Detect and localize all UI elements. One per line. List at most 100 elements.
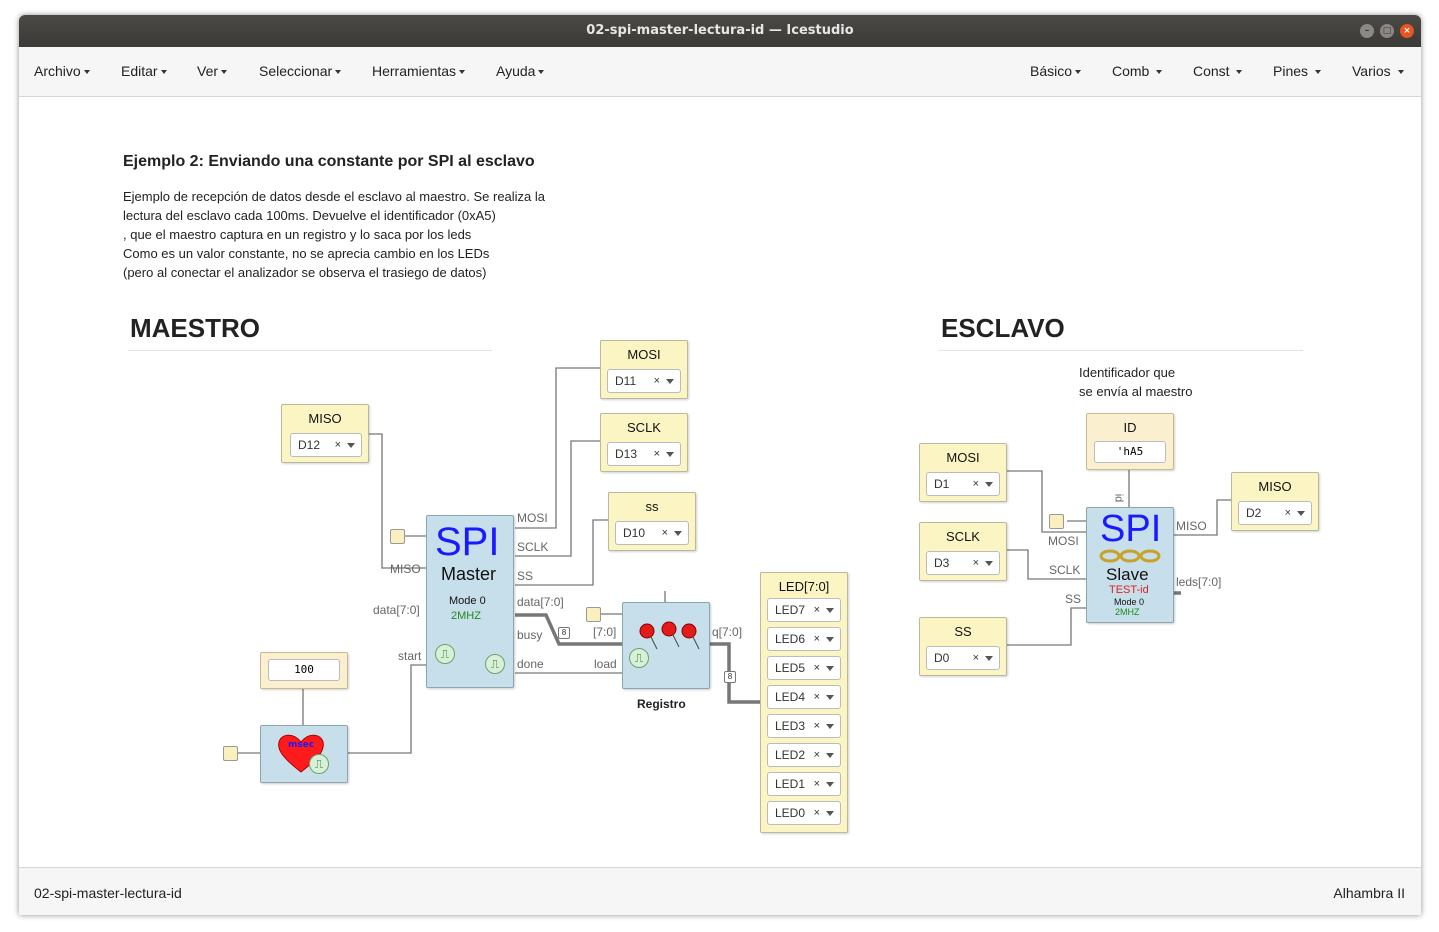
led-select-6[interactable]: LED6 ×	[767, 627, 841, 651]
menu-basico[interactable]: Básico	[1030, 63, 1082, 79]
chevron-down-icon[interactable]	[826, 811, 834, 816]
output-pin-sclk[interactable]: SCLK D13 ×	[600, 413, 688, 472]
clear-icon[interactable]: ×	[814, 773, 820, 795]
clear-icon[interactable]: ×	[814, 802, 820, 824]
input-pin-mosi[interactable]: MOSI D1 ×	[919, 443, 1007, 502]
menu-seleccionar[interactable]: Seleccionar	[259, 63, 342, 79]
output-pin-miso[interactable]: MISO D2 ×	[1231, 472, 1319, 531]
input-pin-sclk[interactable]: SCLK D3 ×	[919, 522, 1007, 581]
registro-block[interactable]: ⎍	[622, 602, 710, 689]
clear-icon[interactable]: ×	[654, 370, 660, 392]
clear-icon[interactable]: ×	[814, 715, 820, 737]
clear-icon[interactable]: ×	[814, 686, 820, 708]
chevron-down-icon[interactable]	[347, 443, 355, 448]
clear-icon[interactable]: ×	[662, 522, 668, 544]
clock-input[interactable]	[1049, 514, 1064, 529]
constant-id[interactable]: ID 'hA5	[1086, 413, 1174, 470]
maximize-icon[interactable]: □	[1380, 24, 1394, 38]
led-select-5[interactable]: LED5 ×	[767, 656, 841, 680]
pin-select[interactable]: D13 ×	[607, 442, 681, 466]
pulse-icon: ⎍	[629, 648, 649, 668]
pulse-icon: ⎍	[435, 644, 455, 664]
clear-icon[interactable]: ×	[814, 599, 820, 621]
design-canvas[interactable]: Ejemplo 2: Enviando una constante por SP…	[19, 97, 1421, 867]
led-select-4[interactable]: LED4 ×	[767, 685, 841, 709]
timer-block[interactable]: msec ⎍	[260, 725, 348, 783]
chevron-down-icon[interactable]	[666, 452, 674, 457]
pin-label: LED[7:0]	[778, 579, 830, 594]
port-busy: busy	[517, 628, 543, 642]
spi-mode: Mode 0	[449, 595, 486, 607]
clear-icon[interactable]: ×	[814, 744, 820, 766]
clear-icon[interactable]: ×	[335, 434, 341, 456]
pin-select[interactable]: D10 ×	[615, 521, 689, 545]
output-pin-ss[interactable]: ss D10 ×	[608, 492, 696, 551]
output-pin-mosi[interactable]: MOSI D11 ×	[600, 340, 688, 399]
clock-input[interactable]	[586, 607, 601, 622]
led-select-2[interactable]: LED2 ×	[767, 743, 841, 767]
pin-select[interactable]: D0 ×	[926, 646, 1000, 670]
led-select-0[interactable]: LED0 ×	[767, 801, 841, 825]
clear-icon[interactable]: ×	[973, 473, 979, 495]
port-sclk-in: SCLK	[1049, 563, 1081, 577]
spi-master-block[interactable]: SPI Master Mode 0 2MHZ ⎍ ⎍	[426, 515, 514, 688]
constant-100[interactable]: 100	[260, 652, 348, 689]
led-select-1[interactable]: LED1 ×	[767, 772, 841, 796]
menu-comb[interactable]: Comb	[1112, 63, 1163, 79]
menu-ver[interactable]: Ver	[197, 63, 228, 79]
pin-select[interactable]: D1 ×	[926, 472, 1000, 496]
constant-value[interactable]: 'hA5	[1094, 441, 1166, 463]
chevron-down-icon[interactable]	[826, 637, 834, 642]
spi-subtitle: TEST-id	[1109, 584, 1149, 596]
menu-ayuda[interactable]: Ayuda	[496, 63, 545, 79]
clear-icon[interactable]: ×	[814, 657, 820, 679]
chevron-down-icon[interactable]	[826, 753, 834, 758]
port-registro-q: q[7:0]	[712, 625, 743, 639]
minimize-icon[interactable]: –	[1360, 24, 1374, 38]
caret-down-icon	[538, 70, 545, 75]
chevron-down-icon[interactable]	[674, 531, 682, 536]
output-pin-leds[interactable]: LED[7:0] LED7 × LED6 × LED5 × LED4 × LED3 × L…	[760, 572, 848, 833]
divider	[939, 350, 1303, 351]
clock-input[interactable]	[223, 746, 238, 761]
menu-const[interactable]: Const	[1193, 63, 1243, 79]
constant-value[interactable]: 100	[268, 659, 340, 681]
spi-slave-block[interactable]: SPI Slave TEST-id Mode 0 2MHZ	[1086, 507, 1174, 623]
menu-editar[interactable]: Editar	[121, 63, 167, 79]
clear-icon[interactable]: ×	[1285, 502, 1291, 524]
input-pin-ss[interactable]: SS D0 ×	[919, 617, 1007, 676]
status-board[interactable]: Alhambra II	[1333, 885, 1405, 901]
app-window: 02-spi-master-lectura-id — Icestudio – □…	[19, 15, 1421, 915]
pin-select[interactable]: D12 ×	[290, 433, 362, 457]
chevron-down-icon[interactable]	[1297, 511, 1305, 516]
clock-input[interactable]	[390, 529, 405, 544]
close-icon[interactable]: ×	[1400, 24, 1414, 38]
clear-icon[interactable]: ×	[973, 647, 979, 669]
chevron-down-icon[interactable]	[985, 482, 993, 487]
pin-select[interactable]: D3 ×	[926, 551, 1000, 575]
spi-mode: Mode 0	[1114, 597, 1145, 607]
port-data-in: data[7:0]	[373, 603, 420, 617]
clear-icon[interactable]: ×	[654, 443, 660, 465]
chevron-down-icon[interactable]	[985, 656, 993, 661]
menu-varios[interactable]: Varios	[1352, 63, 1404, 79]
input-pin-miso[interactable]: MISO D12 ×	[281, 404, 369, 463]
chevron-down-icon[interactable]	[666, 379, 674, 384]
led-select-3[interactable]: LED3 ×	[767, 714, 841, 738]
clear-icon[interactable]: ×	[973, 552, 979, 574]
menu-pines[interactable]: Pines	[1273, 63, 1321, 79]
heading-slave: ESCLAVO	[941, 313, 1065, 343]
chevron-down-icon[interactable]	[826, 695, 834, 700]
chevron-down-icon[interactable]	[826, 608, 834, 613]
chevron-down-icon[interactable]	[826, 782, 834, 787]
caret-down-icon	[1314, 70, 1321, 75]
clear-icon[interactable]: ×	[814, 628, 820, 650]
led-select-7[interactable]: LED7 ×	[767, 598, 841, 622]
chevron-down-icon[interactable]	[985, 561, 993, 566]
pin-select[interactable]: D11 ×	[607, 369, 681, 393]
menu-archivo[interactable]: Archivo	[34, 63, 90, 79]
chevron-down-icon[interactable]	[826, 666, 834, 671]
chevron-down-icon[interactable]	[826, 724, 834, 729]
pin-select[interactable]: D2 ×	[1238, 501, 1312, 525]
menu-herramientas[interactable]: Herramientas	[372, 63, 466, 79]
